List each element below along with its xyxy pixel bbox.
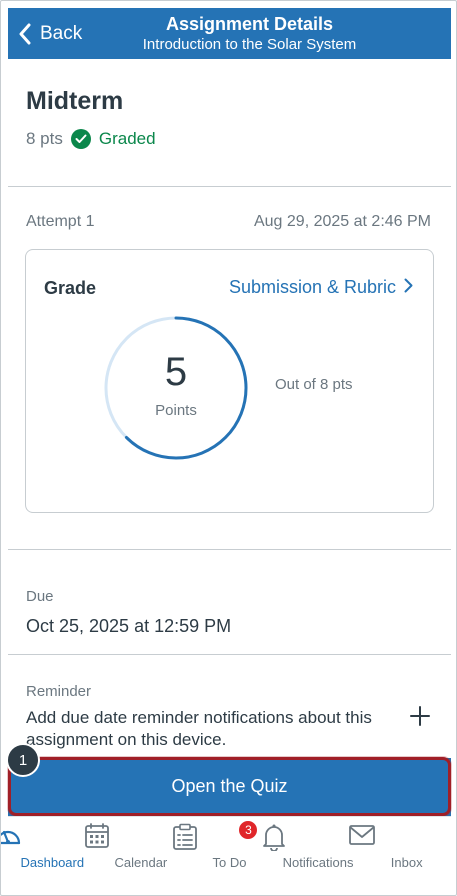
points-possible: 8 pts: [26, 129, 63, 148]
bottom-tab-bar: Dashboard Calendar 3 To Do Notifications…: [1, 816, 451, 890]
header-titles: Assignment Details Introduction to the S…: [8, 13, 451, 54]
due-date: Oct 25, 2025 at 12:59 PM: [26, 616, 232, 636]
plus-icon: [410, 705, 430, 731]
assignment-meta: 8 pts Graded: [26, 129, 156, 149]
reminder-label: Reminder: [26, 683, 92, 700]
tab-inbox[interactable]: Inbox: [349, 817, 451, 890]
course-name: Introduction to the Solar System: [142, 36, 357, 53]
attempt-date: Aug 29, 2025 at 2:46 PM: [253, 213, 431, 230]
grade-score-label: Points: [155, 402, 197, 419]
due-label: Due: [26, 588, 54, 605]
add-reminder-button[interactable]: [405, 703, 435, 733]
assignment-title: Midterm: [26, 87, 124, 115]
top-nav-bar: Back Assignment Details Introduction to …: [8, 8, 451, 59]
step-number-badge: 1: [6, 743, 40, 777]
reminder-text: Add due date reminder notifications abou…: [26, 708, 372, 749]
submission-rubric-link[interactable]: Submission & Rubric: [229, 277, 413, 298]
app-screen: Back Assignment Details Introduction to …: [0, 0, 457, 896]
divider: [8, 549, 451, 550]
tab-label: Calendar: [114, 855, 168, 870]
tab-label: To Do: [212, 855, 247, 870]
todo-count-badge: 3: [237, 819, 260, 841]
tab-label: Notifications: [282, 855, 354, 870]
page-title: Assignment Details: [165, 14, 334, 34]
open-quiz-button[interactable]: Open the Quiz: [8, 757, 451, 816]
grade-out-of: Out of 8 pts: [275, 376, 353, 393]
tab-label: Inbox: [390, 855, 423, 870]
grade-card: Grade Submission & Rubric 5 Points Out o…: [25, 249, 434, 513]
attempt-label: Attempt 1: [26, 213, 95, 230]
divider: [8, 654, 451, 655]
rubric-link-label: Submission & Rubric: [228, 277, 396, 297]
grade-score: 5: [164, 350, 188, 394]
check-circle-icon: [70, 129, 91, 149]
divider: [8, 186, 451, 187]
grade-title: Grade: [44, 278, 97, 298]
open-quiz-label: Open the Quiz: [171, 776, 288, 796]
status-badge: Graded: [98, 129, 156, 148]
tab-label: Dashboard: [20, 855, 85, 870]
chevron-right-icon: [404, 277, 413, 298]
